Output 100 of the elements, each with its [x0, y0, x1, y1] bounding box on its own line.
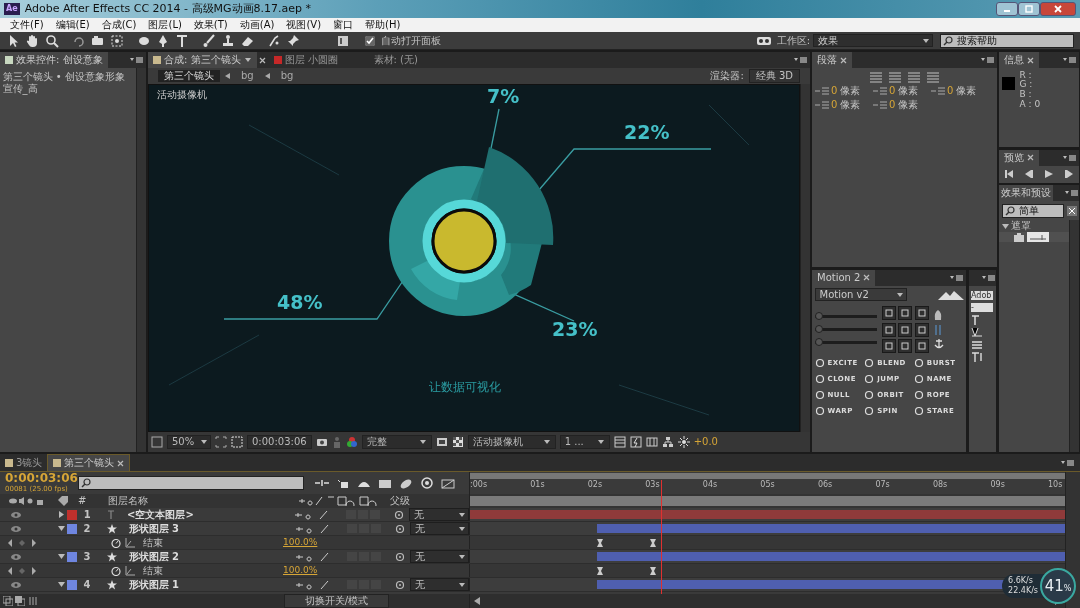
resolution-dropdown[interactable]: 完整 [361, 435, 432, 449]
toggle-columns-icon[interactable] [27, 596, 38, 606]
panel-tab[interactable]: 信息 [999, 52, 1039, 68]
panel-menu-icon[interactable] [793, 56, 808, 64]
visibility-icon[interactable] [9, 510, 22, 519]
av-switches-icon[interactable] [8, 497, 44, 505]
panel-tab[interactable]: Motion 2 [812, 269, 876, 286]
indent-value[interactable]: 0 [831, 99, 838, 111]
previous-frame-icon[interactable] [1025, 170, 1033, 178]
bell-icon[interactable] [933, 310, 942, 323]
expand-triangle-icon[interactable] [57, 553, 65, 560]
anchor-button[interactable] [898, 306, 912, 321]
panel-menu-icon[interactable] [1065, 189, 1079, 197]
menu-item[interactable]: 编辑(E) [55, 19, 90, 31]
layer-switches-icon[interactable] [294, 579, 329, 590]
menu-item[interactable]: 效果(T) [193, 19, 228, 31]
close-icon[interactable] [259, 56, 267, 64]
search-field[interactable]: 搜索帮助 [940, 33, 1074, 48]
panel-tab[interactable]: 合成: 第三个镜头 [148, 52, 257, 68]
scrollbar[interactable] [1069, 220, 1079, 452]
panel-tab[interactable]: 效果控件: 创设意象 [0, 52, 108, 68]
color-channels-icon[interactable] [345, 436, 358, 448]
preset-dropdown[interactable]: Motion v2 [814, 288, 907, 302]
parent-dropdown[interactable]: 无 [409, 522, 469, 535]
close-icon[interactable] [1027, 154, 1034, 161]
keyframe-icon[interactable] [597, 538, 604, 547]
transparency-grid-icon[interactable] [451, 436, 464, 448]
anchor-button[interactable] [881, 322, 896, 337]
stopwatch-icon[interactable] [111, 565, 121, 576]
menu-item[interactable]: 动画(A) [239, 19, 275, 31]
stopwatch-icon[interactable] [111, 537, 121, 548]
pick-whip-icon[interactable] [394, 523, 405, 534]
table-icon[interactable] [613, 436, 626, 448]
flowchart-icon[interactable] [661, 436, 674, 448]
keyframe-navigator-icon[interactable] [8, 566, 36, 575]
layer-name[interactable]: 形状图层 2 [128, 550, 287, 563]
font-field[interactable]: Adob [971, 290, 993, 301]
menu-item[interactable]: 图层(L) [148, 19, 182, 31]
label-color[interactable] [67, 523, 77, 534]
region-icon[interactable] [231, 436, 243, 448]
scroll-left-icon[interactable] [474, 597, 480, 605]
renderer-button[interactable]: 经典 3D [748, 69, 800, 83]
next-frame-icon[interactable] [1065, 170, 1073, 178]
fast-preview-icon[interactable] [629, 436, 642, 448]
anchor-button[interactable] [898, 322, 912, 337]
graph-icon[interactable] [125, 537, 135, 548]
live-update-icon[interactable] [440, 477, 456, 489]
layer-name[interactable]: 形状图层 1 [128, 578, 287, 591]
anchor-button[interactable] [881, 339, 896, 354]
menu-item[interactable]: 帮助(H) [365, 19, 401, 31]
label-color[interactable] [67, 579, 77, 590]
slider-thumb[interactable] [814, 338, 823, 347]
align-right-icon[interactable] [907, 70, 921, 83]
indent-value[interactable]: 0 [889, 85, 896, 97]
parent-dropdown[interactable]: 无 [409, 508, 469, 521]
clear-icon[interactable] [1066, 205, 1077, 216]
expand-triangle-icon[interactable] [57, 581, 65, 588]
toggle-switches-button[interactable]: 切换开关/模式 [283, 594, 389, 608]
zoom-icon[interactable] [44, 32, 60, 49]
brainstorm-icon[interactable] [398, 477, 414, 489]
label-tag-icon[interactable] [58, 496, 68, 506]
workspace-dropdown[interactable]: 效果 [812, 34, 933, 47]
mountains-icon[interactable] [937, 289, 964, 300]
scrollbar[interactable] [800, 84, 810, 432]
fit-icon[interactable] [215, 436, 227, 448]
panel-menu-icon[interactable] [129, 56, 144, 64]
breadcrumb[interactable]: 第三个镜头 [158, 70, 220, 82]
maximize-button[interactable] [1018, 2, 1040, 16]
slider-track[interactable] [814, 341, 877, 345]
anchor-button[interactable] [914, 322, 929, 337]
breadcrumb[interactable]: bg [274, 70, 300, 82]
checkbox[interactable] [365, 35, 375, 46]
parent-dropdown[interactable]: 无 [409, 578, 469, 591]
preset-icon[interactable] [1014, 232, 1024, 242]
layer-switches-icon[interactable] [294, 509, 329, 520]
menu-item[interactable]: 视图(V) [286, 19, 322, 31]
search-field[interactable]: 简单 [1001, 203, 1064, 218]
keyframe-navigator-icon[interactable] [8, 538, 36, 547]
label-color[interactable] [67, 509, 78, 520]
panel-menu-icon[interactable] [980, 56, 995, 64]
indent-value[interactable]: 0 [947, 85, 954, 97]
graph-editor-icon[interactable] [419, 477, 435, 489]
text-tool-icon[interactable] [174, 32, 190, 49]
views-dropdown[interactable]: 1 ... [559, 435, 610, 449]
preset-thumbnail-icon[interactable] [1026, 232, 1049, 242]
folder-label[interactable]: 遮罩 [1011, 220, 1031, 232]
panel-menu-icon[interactable] [1062, 153, 1077, 162]
justify-icon[interactable] [926, 70, 940, 83]
scrollbar[interactable] [136, 68, 146, 452]
zoom-dropdown[interactable]: 50% [167, 435, 211, 449]
panel-icon[interactable] [337, 34, 349, 47]
property-value[interactable]: 100.0% [283, 537, 318, 548]
slider-track[interactable] [814, 328, 877, 332]
panel-tab[interactable]: 段落 [812, 52, 852, 68]
panel-menu-icon[interactable] [981, 273, 996, 282]
keyframe-icon[interactable] [597, 566, 604, 575]
parent-dropdown[interactable]: 无 [409, 550, 469, 563]
breadcrumb[interactable]: bg [235, 70, 260, 82]
menu-item[interactable]: 文件(F) [10, 19, 44, 31]
mask-icon[interactable] [435, 436, 448, 448]
